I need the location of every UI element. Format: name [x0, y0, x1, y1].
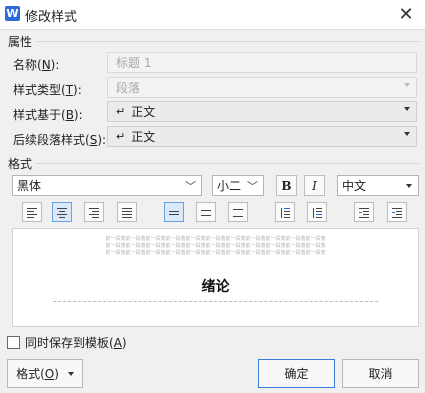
preview-previous-paragraph: 前一段落前一段落前一段落前一段落前一段落前一段落前一段落前一段落前一段落前一段落…: [105, 250, 326, 256]
format-menu-button[interactable]: 格式(O): [7, 359, 83, 388]
chevron-down-icon: [404, 132, 410, 136]
double-spacing-button[interactable]: [228, 202, 248, 222]
align-center-icon: [57, 207, 67, 218]
section-divider: [36, 41, 419, 42]
preview-previous-paragraph: 前一段落前一段落前一段落前一段落前一段落前一段落前一段落前一段落前一段落前一段落…: [105, 243, 326, 249]
section-divider: [36, 163, 419, 164]
align-right-button[interactable]: [84, 202, 104, 222]
style-preview: 前一段落前一段落前一段落前一段落前一段落前一段落前一段落前一段落前一段落前一段落…: [12, 228, 419, 327]
chevron-down-icon: ﹀: [185, 180, 196, 193]
italic-button[interactable]: I: [304, 175, 325, 196]
justify-button[interactable]: [117, 202, 137, 222]
align-center-button[interactable]: [52, 202, 72, 222]
chevron-down-icon: [67, 371, 74, 376]
space-before-decrease-icon: [312, 207, 322, 218]
single-spacing-icon: [169, 208, 179, 217]
align-right-icon: [89, 207, 99, 218]
close-icon[interactable]: ✕: [395, 3, 417, 25]
space-before-increase-button[interactable]: [275, 202, 295, 222]
style-type-select[interactable]: 段落: [107, 77, 417, 98]
chevron-down-icon: [404, 107, 410, 111]
decrease-indent-button[interactable]: [354, 202, 374, 222]
space-before-increase-icon: [280, 207, 290, 218]
preview-heading: 绪论: [201, 279, 230, 295]
script-select[interactable]: 中文: [337, 175, 419, 196]
paragraph-return-icon: ↵: [116, 130, 126, 143]
following-style-label: 后续段落样式(S):: [13, 133, 107, 147]
double-spacing-icon: [233, 208, 243, 217]
single-spacing-button[interactable]: [164, 202, 184, 222]
dialog-title: 修改样式: [25, 10, 78, 25]
font-family-select[interactable]: 黑体 ﹀: [12, 175, 202, 196]
preview-previous-paragraph: 前一段落前一段落前一段落前一段落前一段落前一段落前一段落前一段落前一段落前一段落…: [105, 236, 326, 242]
save-to-template-label[interactable]: 同时保存到模板(A): [25, 334, 127, 351]
chevron-down-icon: [404, 83, 410, 87]
increase-indent-button[interactable]: [387, 202, 407, 222]
paragraph-return-icon: ↵: [116, 105, 126, 118]
properties-section-label: 属性: [8, 35, 33, 49]
name-input[interactable]: 标题 1: [107, 52, 417, 73]
based-on-label: 样式基于(B):: [13, 108, 83, 122]
one-half-spacing-button[interactable]: [196, 202, 216, 222]
bold-button[interactable]: B: [276, 175, 297, 196]
ok-button[interactable]: 确定: [258, 359, 335, 388]
chevron-down-icon: ﹀: [247, 180, 258, 193]
following-style-select[interactable]: ↵ 正文: [107, 126, 417, 147]
justify-icon: [122, 207, 132, 218]
font-size-select[interactable]: 小二 ﹀: [212, 175, 264, 196]
preview-next-paragraph: [53, 301, 378, 303]
wps-writer-icon: W: [5, 6, 20, 21]
save-to-template-checkbox[interactable]: [7, 336, 20, 349]
increase-indent-icon: [392, 207, 402, 218]
align-left-button[interactable]: [22, 202, 42, 222]
style-type-label: 样式类型(T):: [13, 83, 82, 97]
format-section-label: 格式: [8, 157, 33, 171]
decrease-indent-icon: [359, 207, 369, 218]
align-left-icon: [27, 207, 37, 218]
one-half-spacing-icon: [201, 208, 211, 217]
space-before-decrease-button[interactable]: [307, 202, 327, 222]
based-on-select[interactable]: ↵ 正文: [107, 101, 417, 122]
cancel-button[interactable]: 取消: [342, 359, 419, 388]
name-label: 名称(N):: [13, 58, 60, 72]
title-bar: W 修改样式 ✕: [0, 0, 425, 30]
chevron-down-icon: [406, 184, 412, 188]
